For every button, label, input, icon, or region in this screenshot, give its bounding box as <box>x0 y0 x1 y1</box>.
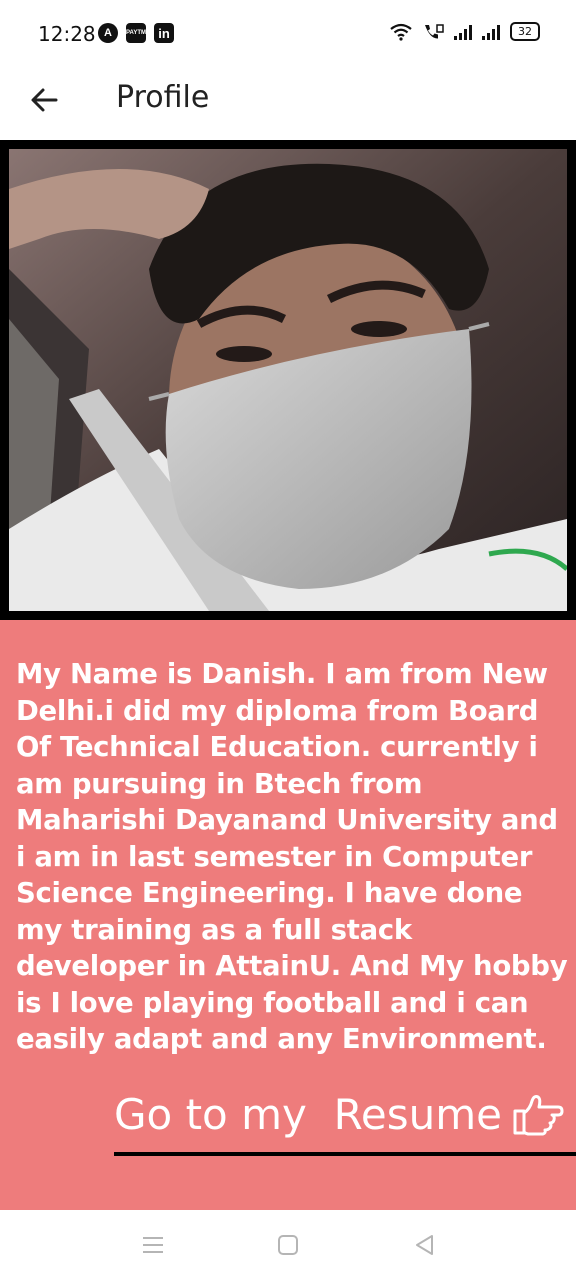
volte-call-icon <box>425 23 444 39</box>
arrow-left-icon <box>31 88 58 112</box>
notification-a-icon: A <box>98 23 118 43</box>
hand-pointing-right-icon <box>513 1094 564 1135</box>
bio-text: My Name is Danish. I am from New Delhi.i… <box>16 658 568 1055</box>
resume-link-label: Go to my Resume <box>114 1090 502 1139</box>
back-button[interactable] <box>26 80 66 120</box>
status-indicators: 32 <box>390 22 540 41</box>
resume-underline <box>114 1152 576 1156</box>
resume-link[interactable]: Go to my Resume <box>114 1090 564 1139</box>
page-title: Profile <box>116 80 210 115</box>
notification-linkedin-icon: in <box>154 23 174 43</box>
back-triangle-icon[interactable] <box>410 1230 440 1260</box>
signal-strength-2-icon <box>482 24 500 40</box>
profile-photo-illustration <box>9 149 567 611</box>
status-bar: 12:28 A PAYTM in 32 <box>0 0 576 68</box>
bio-section: My Name is Danish. I am from New Delhi.i… <box>0 620 576 1210</box>
battery-icon: 32 <box>510 22 540 41</box>
system-nav-bar <box>0 1210 576 1280</box>
app-bar: Profile <box>0 68 576 140</box>
notification-paytm-icon: PAYTM <box>126 23 146 43</box>
wifi-icon <box>390 23 412 41</box>
profile-photo-frame <box>0 140 576 620</box>
status-time: 12:28 <box>38 22 96 46</box>
home-square-icon[interactable] <box>273 1230 303 1260</box>
profile-photo <box>9 149 567 611</box>
signal-strength-icon <box>454 24 472 40</box>
status-app-icons: A PAYTM in <box>98 23 174 43</box>
menu-icon[interactable] <box>138 1230 168 1260</box>
